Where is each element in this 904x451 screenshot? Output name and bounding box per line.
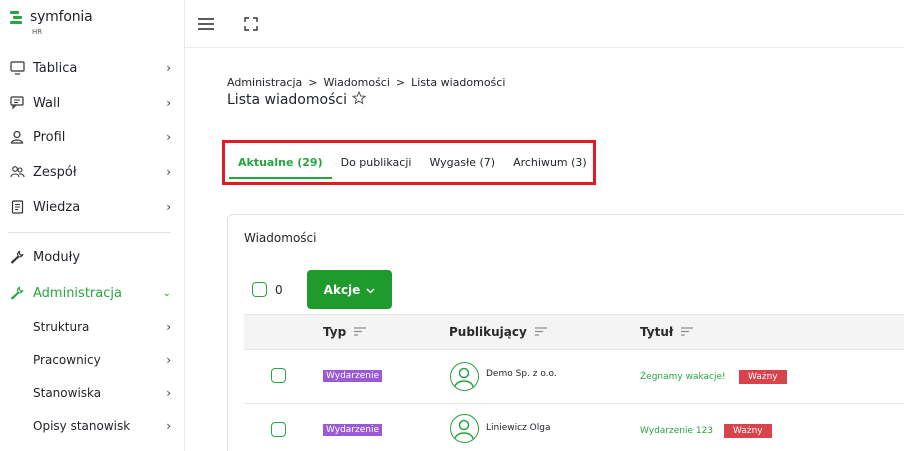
chevron-right-icon: › — [166, 419, 171, 433]
sidebar-item-wall[interactable]: Wall › — [0, 87, 185, 119]
sidebar-item-label: Profil — [33, 129, 66, 145]
message-title-link[interactable]: Żegnamy wakacje! — [640, 372, 726, 382]
breadcrumb-item-current: Lista wiadomości — [411, 76, 506, 89]
sidebar-item-label: Wall — [33, 95, 61, 111]
table-row[interactable]: Wydarzenie Liniewicz Olga Wydarzenie 123… — [244, 404, 904, 451]
sidebar-item-zespol[interactable]: Zespół › — [0, 156, 185, 188]
chevron-right-icon: › — [166, 130, 171, 144]
wrench-icon — [9, 249, 25, 265]
team-icon — [9, 164, 25, 180]
tab-aktualne[interactable]: Aktualne (29) — [229, 147, 332, 179]
chevron-down-icon — [366, 283, 375, 297]
brand-logo[interactable]: symfonia HR — [10, 8, 110, 38]
monitor-icon — [9, 60, 25, 76]
sort-icon[interactable] — [534, 325, 547, 339]
table-header: Typ Publikujący Tytuł — [244, 314, 904, 350]
sidebar-item-profil[interactable]: Profil › — [0, 121, 185, 153]
sidebar-subitem-pracownicy[interactable]: Pracownicy › — [0, 344, 185, 376]
row-checkbox[interactable] — [271, 422, 286, 437]
avatar — [450, 414, 479, 443]
breadcrumb-item-administracja[interactable]: Administracja — [227, 76, 302, 89]
breadcrumb-item-wiadomosci[interactable]: Wiadomości — [323, 76, 389, 89]
page-title: Lista wiadomości — [227, 92, 347, 108]
chevron-right-icon: › — [166, 165, 171, 179]
publisher-name: Demo Sp. z o.o. — [486, 369, 557, 379]
sidebar-item-wiedza[interactable]: Wiedza › — [0, 191, 185, 223]
symfonia-logo-icon — [10, 11, 26, 29]
selected-count: 0 — [275, 283, 283, 297]
chevron-right-icon: › — [166, 61, 171, 75]
chevron-down-icon: ⌄ — [162, 287, 171, 299]
chevron-right-icon: › — [166, 320, 171, 334]
wrench-icon — [9, 285, 25, 301]
sort-icon[interactable] — [681, 325, 694, 339]
breadcrumb: Administracja > Wiadomości > Lista wiado… — [227, 76, 505, 89]
sidebar-subitem-label: Pracownicy — [33, 353, 101, 367]
sidebar-subitem-label: Struktura — [33, 320, 90, 334]
sidebar-subitem-struktura[interactable]: Struktura › — [0, 311, 185, 343]
hamburger-icon[interactable] — [196, 14, 216, 34]
chevron-right-icon: › — [166, 386, 171, 400]
sidebar-subitem-stanowiska[interactable]: Stanowiska › — [0, 377, 185, 409]
type-badge: Wydarzenie — [323, 370, 382, 382]
sidebar-divider — [8, 232, 171, 233]
sidebar: symfonia HR Tablica › Wall › Profil › Ze… — [0, 0, 185, 451]
sidebar-subitem-opisy-stanowisk[interactable]: Opisy stanowisk › — [0, 410, 185, 442]
message-title-link[interactable]: Wydarzenie 123 — [640, 426, 713, 436]
type-badge: Wydarzenie — [323, 424, 382, 436]
sidebar-item-label: Wiedza — [33, 199, 81, 215]
select-all-checkbox[interactable] — [252, 282, 267, 297]
column-label: Typ — [323, 325, 347, 339]
fullscreen-icon[interactable] — [241, 14, 261, 34]
column-label: Tytuł — [640, 325, 674, 339]
sidebar-item-administracja[interactable]: Administracja ⌄ — [0, 277, 185, 309]
star-icon[interactable] — [351, 90, 367, 109]
importance-badge: Ważny — [739, 370, 787, 384]
card-title: Wiadomości — [244, 231, 317, 245]
publisher-name: Liniewicz Olga — [486, 423, 551, 433]
tab-archiwum[interactable]: Archiwum (3) — [504, 147, 596, 179]
column-header-typ[interactable]: Typ — [323, 325, 367, 339]
sort-icon[interactable] — [354, 325, 367, 339]
column-label: Publikujący — [449, 325, 527, 339]
sidebar-item-tablica[interactable]: Tablica › — [0, 52, 185, 84]
sidebar-item-label: Administracja — [33, 285, 122, 301]
tabs: Aktualne (29) Do publikacji Wygasłe (7) … — [229, 147, 596, 179]
table-row[interactable]: Wydarzenie Demo Sp. z o.o. Żegnamy wakac… — [244, 350, 904, 404]
sidebar-item-label: Moduły — [33, 249, 81, 265]
sidebar-subitem-label: Opisy stanowisk — [33, 419, 131, 433]
column-header-publikujacy[interactable]: Publikujący — [449, 325, 547, 339]
book-icon — [9, 199, 25, 215]
topbar — [185, 0, 904, 48]
brand-sub: HR — [32, 28, 43, 36]
chevron-right-icon: › — [166, 96, 171, 110]
page-title-row: Lista wiadomości — [227, 90, 367, 109]
sidebar-item-moduly[interactable]: Moduły — [0, 241, 185, 273]
sidebar-subitem-label: Stanowiska — [33, 386, 102, 400]
user-icon — [9, 129, 25, 145]
sidebar-item-label: Zespół — [33, 164, 77, 180]
chevron-right-icon: › — [166, 353, 171, 367]
breadcrumb-separator: > — [308, 76, 318, 89]
importance-badge: Ważny — [724, 424, 772, 438]
tab-wygasle[interactable]: Wygasłe (7) — [420, 147, 504, 179]
brand-name: symfonia — [30, 9, 93, 25]
avatar — [450, 362, 479, 391]
chat-icon — [9, 95, 25, 111]
breadcrumb-separator: > — [395, 76, 406, 89]
column-header-tytul[interactable]: Tytuł — [640, 325, 694, 339]
actions-button-label: Akcje — [323, 282, 361, 297]
actions-button[interactable]: Akcje — [307, 270, 392, 309]
chevron-right-icon: › — [166, 200, 171, 214]
tab-do-publikacji[interactable]: Do publikacji — [332, 147, 421, 179]
row-checkbox[interactable] — [271, 368, 286, 383]
sidebar-item-label: Tablica — [33, 60, 78, 76]
